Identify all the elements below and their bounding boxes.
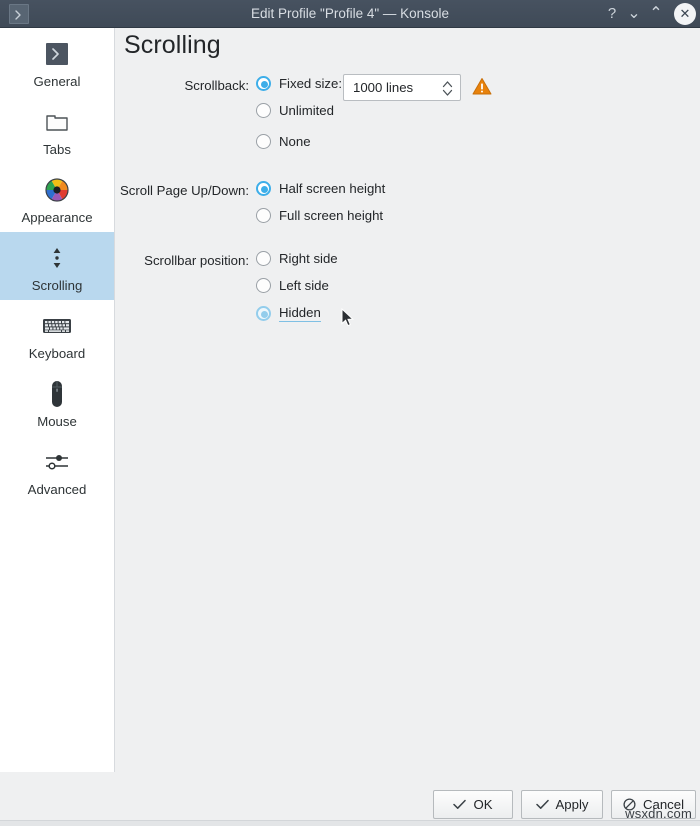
- mouse-cursor-icon: [341, 308, 355, 328]
- radio-indicator[interactable]: [256, 181, 271, 196]
- sidebar-item-label: General: [33, 74, 81, 89]
- radio-indicator[interactable]: [256, 76, 271, 91]
- apply-button-label: Apply: [555, 797, 589, 812]
- sidebar-item-appearance[interactable]: Appearance: [0, 164, 114, 232]
- radio-option-right-side[interactable]: Right side: [256, 251, 338, 266]
- dialog-button-bar: OK Apply Cancel: [0, 772, 700, 826]
- folder-icon: [0, 105, 114, 139]
- radio-option-left-side[interactable]: Left side: [256, 278, 329, 293]
- sidebar-item-scrolling[interactable]: Scrolling: [0, 232, 114, 300]
- warning-triangle-icon: [472, 77, 492, 96]
- scrollback-lines-spinbox[interactable]: 1000 lines: [343, 74, 461, 101]
- radio-label: Hidden: [279, 305, 321, 322]
- titlebar: Edit Profile "Profile 4" — Konsole ? ⌄ ⌃…: [0, 0, 700, 28]
- radio-label: Half screen height: [279, 181, 386, 196]
- radio-label: Right side: [279, 251, 338, 266]
- mouse-icon: [0, 377, 114, 411]
- minimize-button[interactable]: ⌄: [622, 0, 646, 28]
- scrollback-label: Scrollback:: [184, 78, 250, 93]
- watermark: wsxdn.com: [625, 806, 692, 821]
- color-wheel-icon: [0, 173, 114, 207]
- radio-indicator[interactable]: [256, 306, 271, 321]
- ok-button-label: OK: [473, 797, 493, 812]
- edit-profile-dialog: Edit Profile "Profile 4" — Konsole ? ⌄ ⌃…: [0, 0, 700, 826]
- page-title: Scrolling: [124, 31, 221, 59]
- sidebar-item-general[interactable]: General: [0, 28, 114, 96]
- radio-label: Left side: [279, 278, 329, 293]
- sidebar-item-keyboard[interactable]: Keyboard: [0, 300, 114, 368]
- settings-panel: Scrolling Scrollback: Fixed size: 1000 l…: [116, 28, 700, 772]
- radio-indicator[interactable]: [256, 134, 271, 149]
- check-icon: [535, 799, 549, 810]
- form-row-scrollback: Scrollback: Fixed size: 1000 lines: [116, 74, 700, 101]
- check-icon: [453, 799, 467, 810]
- radio-indicator[interactable]: [256, 251, 271, 266]
- sidebar-item-mouse[interactable]: Mouse: [0, 368, 114, 436]
- sidebar-item-label: Keyboard: [28, 346, 86, 361]
- sidebar: General Tabs Appearance Scrolling Keyboa…: [0, 28, 115, 826]
- scroll-arrows-icon: [0, 241, 114, 275]
- sidebar-item-advanced[interactable]: Advanced: [0, 436, 114, 504]
- sidebar-item-label: Appearance: [21, 210, 93, 225]
- sidebar-item-label: Scrolling: [31, 278, 83, 293]
- form-row-scrollbar-position: Scrollbar position: Right side: [116, 249, 700, 276]
- sidebar-item-label: Advanced: [27, 482, 87, 497]
- sliders-icon: [0, 445, 114, 479]
- sidebar-item-label: Mouse: [37, 414, 77, 429]
- spin-arrows-icon[interactable]: [442, 79, 453, 98]
- form-row-none: None: [116, 132, 700, 179]
- radio-option-half-screen[interactable]: Half screen height: [256, 181, 385, 196]
- radio-indicator[interactable]: [256, 278, 271, 293]
- form-row-scroll-page: Scroll Page Up/Down: Half screen height: [116, 179, 700, 206]
- form-row-unlimited: Unlimited: [116, 101, 700, 132]
- form-row-left-side: Left side: [116, 276, 700, 303]
- maximize-button[interactable]: ⌃: [644, 0, 668, 28]
- form-row-full-screen: Full screen height: [116, 206, 700, 249]
- apply-button[interactable]: Apply: [521, 790, 603, 819]
- window-title: Edit Profile "Profile 4" — Konsole: [251, 6, 449, 21]
- radio-option-full-screen[interactable]: Full screen height: [256, 208, 383, 223]
- scroll-page-label: Scroll Page Up/Down:: [119, 183, 249, 198]
- radio-indicator[interactable]: [256, 103, 271, 118]
- help-button[interactable]: ?: [600, 0, 624, 28]
- scrolling-form: Scrollback: Fixed size: 1000 lines Unlim…: [116, 74, 700, 330]
- radio-option-fixed-size[interactable]: Fixed size:: [256, 76, 342, 91]
- radio-option-none[interactable]: None: [256, 134, 311, 149]
- radio-indicator[interactable]: [256, 208, 271, 223]
- radio-option-unlimited[interactable]: Unlimited: [256, 103, 334, 118]
- close-button[interactable]: ✕: [674, 3, 696, 25]
- radio-label: Full screen height: [279, 208, 384, 223]
- radio-option-hidden[interactable]: Hidden: [256, 305, 355, 327]
- scrollbar-position-label: Scrollbar position:: [144, 253, 249, 268]
- radio-label: Fixed size:: [279, 76, 343, 91]
- sidebar-item-tabs[interactable]: Tabs: [0, 96, 114, 164]
- ok-button[interactable]: OK: [433, 790, 513, 819]
- radio-label: None: [279, 134, 311, 149]
- sidebar-item-label: Tabs: [43, 142, 71, 157]
- radio-label: Unlimited: [279, 103, 334, 118]
- terminal-prompt-icon: [0, 37, 114, 71]
- form-row-hidden: Hidden: [116, 303, 700, 330]
- keyboard-icon: [0, 309, 114, 343]
- spinbox-value: 1000 lines: [353, 80, 414, 95]
